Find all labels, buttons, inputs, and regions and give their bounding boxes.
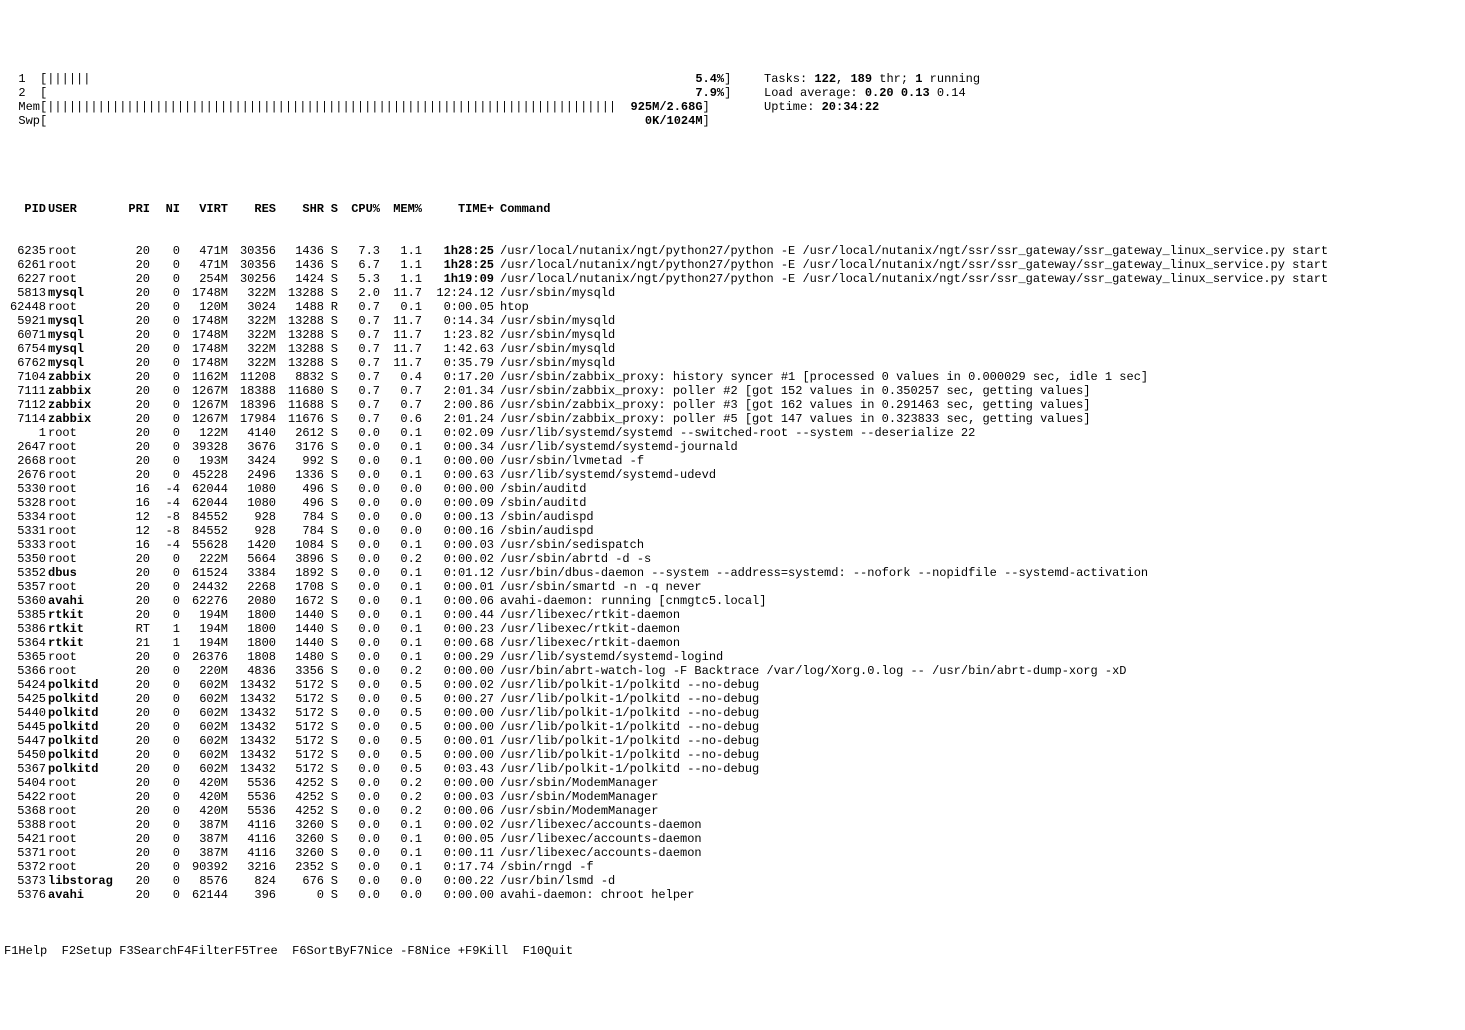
fkey-label: Tree — [249, 944, 292, 958]
table-row[interactable]: 6762mysql2001748M322M13288S0.711.70:35.7… — [4, 356, 1461, 370]
table-row[interactable]: 5813mysql2001748M322M13288S2.011.712:24.… — [4, 286, 1461, 300]
table-row[interactable]: 5371root200387M41163260S0.00.10:00.11/us… — [4, 846, 1461, 860]
table-row[interactable]: 1root200122M41402612S0.00.10:02.09/usr/l… — [4, 426, 1461, 440]
table-row[interactable]: 5376avahi200621443960S0.00.00:00.00avahi… — [4, 888, 1461, 902]
table-row[interactable]: 6071mysql2001748M322M13288S0.711.71:23.8… — [4, 328, 1461, 342]
table-row[interactable]: 5365root2002637618081480S0.00.10:00.29/u… — [4, 650, 1461, 664]
fkey-label: Kill — [479, 944, 522, 958]
table-row[interactable]: 6754mysql2001748M322M13288S0.711.71:42.6… — [4, 342, 1461, 356]
table-row[interactable]: 5372root2009039232162352S0.00.10:17.74/s… — [4, 860, 1461, 874]
table-row[interactable]: 5334root12-884552928784S0.00.00:00.13/sb… — [4, 510, 1461, 524]
col-cpu[interactable]: CPU% — [338, 202, 380, 216]
table-row[interactable]: 5447polkitd200602M134325172S0.00.50:00.0… — [4, 734, 1461, 748]
table-row[interactable]: 5425polkitd200602M134325172S0.00.50:00.2… — [4, 692, 1461, 706]
load-line: Load average: 0.20 0.13 0.14 — [764, 86, 966, 100]
table-row[interactable]: 5373libstorag2008576824676S0.00.00:00.22… — [4, 874, 1461, 888]
table-row[interactable]: 5357root2002443222681708S0.00.10:00.01/u… — [4, 580, 1461, 594]
fkey-f6[interactable]: F6 — [292, 944, 306, 958]
fkey-f2[interactable]: F2 — [62, 944, 76, 958]
meters-panel: 1 [|||||| 5.4%] 2 [ 7.9% — [4, 58, 764, 142]
table-row[interactable]: 5331root12-884552928784S0.00.00:00.16/sb… — [4, 524, 1461, 538]
col-pri[interactable]: PRI — [120, 202, 150, 216]
table-row[interactable]: 5330root16-4620441080496S0.00.00:00.00/s… — [4, 482, 1461, 496]
table-row[interactable]: 5421root200387M41163260S0.00.10:00.05/us… — [4, 832, 1461, 846]
table-row[interactable]: 5388root200387M41163260S0.00.10:00.02/us… — [4, 818, 1461, 832]
table-row[interactable]: 5422root200420M55364252S0.00.20:00.03/us… — [4, 790, 1461, 804]
table-row[interactable]: 7114zabbix2001267M1798411676S0.70.62:01.… — [4, 412, 1461, 426]
tasks-line: Tasks: 122, 189 thr; 1 running — [764, 72, 980, 86]
fkey-f7[interactable]: F7 — [350, 944, 364, 958]
table-row[interactable]: 5386rtkitRT1194M18001440S0.00.10:00.23/u… — [4, 622, 1461, 636]
table-row[interactable]: 2647root2003932836763176S0.00.10:00.34/u… — [4, 440, 1461, 454]
process-table: PID USER PRI NI VIRT RES SHR S CPU% MEM%… — [4, 174, 1461, 916]
col-cmd[interactable]: Command — [494, 202, 1461, 216]
fkey-f8[interactable]: F8 — [407, 944, 421, 958]
table-row[interactable]: 5404root200420M55364252S0.00.20:00.00/us… — [4, 776, 1461, 790]
table-row[interactable]: 5364rtkit211194M18001440S0.00.10:00.68/u… — [4, 636, 1461, 650]
table-row[interactable]: 5450polkitd200602M134325172S0.00.50:00.0… — [4, 748, 1461, 762]
cpu1-meter: 1 [|||||| 5.4%] — [4, 72, 731, 86]
table-row[interactable]: 6261root200471M303561436S6.71.11h28:25/u… — [4, 258, 1461, 272]
table-row[interactable]: 5350root200222M56643896S0.00.20:00.02/us… — [4, 552, 1461, 566]
table-row[interactable]: 7111zabbix2001267M1838811680S0.70.72:01.… — [4, 384, 1461, 398]
col-shr[interactable]: SHR — [276, 202, 324, 216]
table-row[interactable]: 5440polkitd200602M134325172S0.00.50:00.0… — [4, 706, 1461, 720]
table-row[interactable]: 2676root2004522824961336S0.00.10:00.63/u… — [4, 468, 1461, 482]
function-key-bar: F1Help F2Setup F3SearchF4FilterF5Tree F6… — [4, 944, 1461, 958]
fkey-label: Nice + — [422, 944, 465, 958]
fkey-label: Filter — [191, 944, 234, 958]
table-row[interactable]: 5368root200420M55364252S0.00.20:00.06/us… — [4, 804, 1461, 818]
table-row[interactable]: 62448root200120M30241488R0.70.10:00.05ht… — [4, 300, 1461, 314]
fkey-label: Quit — [544, 944, 587, 958]
table-row[interactable]: 5445polkitd200602M134325172S0.00.50:00.0… — [4, 720, 1461, 734]
fkey-label: Setup — [76, 944, 119, 958]
table-row[interactable]: 5328root16-4620441080496S0.00.00:00.09/s… — [4, 496, 1461, 510]
fkey-f1[interactable]: F1 — [4, 944, 18, 958]
table-row[interactable]: 7104zabbix2001162M112088832S0.70.40:17.2… — [4, 370, 1461, 384]
uptime-line: Uptime: 20:34:22 — [764, 100, 879, 114]
table-row[interactable]: 5366root200220M48363356S0.00.20:00.00/us… — [4, 664, 1461, 678]
table-row[interactable]: 5352dbus2006152433841892S0.00.10:01.12/u… — [4, 566, 1461, 580]
fkey-f10[interactable]: F10 — [523, 944, 545, 958]
table-row[interactable]: 2668root200193M3424992S0.00.10:00.00/usr… — [4, 454, 1461, 468]
table-row[interactable]: 5385rtkit200194M18001440S0.00.10:00.44/u… — [4, 608, 1461, 622]
table-header[interactable]: PID USER PRI NI VIRT RES SHR S CPU% MEM%… — [4, 202, 1461, 216]
swp-meter: Swp[ 0K/1024M] — [4, 114, 710, 128]
fkey-f5[interactable]: F5 — [235, 944, 249, 958]
fkey-label: Help — [18, 944, 61, 958]
stats-panel: Tasks: 122, 189 thr; 1 running Load aver… — [764, 58, 1461, 142]
table-row[interactable]: 5333root16-45562814201084S0.00.10:00.03/… — [4, 538, 1461, 552]
col-mem[interactable]: MEM% — [380, 202, 422, 216]
col-res[interactable]: RES — [228, 202, 276, 216]
fkey-f3[interactable]: F3 — [119, 944, 133, 958]
mem-meter: Mem[||||||||||||||||||||||||||||||||||||… — [4, 100, 710, 114]
col-s[interactable]: S — [324, 202, 338, 216]
table-row[interactable]: 6227root200254M302561424S5.31.11h19:09/u… — [4, 272, 1461, 286]
fkey-label: Nice - — [364, 944, 407, 958]
cpu2-meter: 2 [ 7.9%] — [4, 86, 731, 100]
table-row[interactable]: 5424polkitd200602M134325172S0.00.50:00.0… — [4, 678, 1461, 692]
col-time[interactable]: TIME+ — [422, 202, 494, 216]
table-row[interactable]: 7112zabbix2001267M1839611688S0.70.72:00.… — [4, 398, 1461, 412]
table-row[interactable]: 5360avahi2006227620801672S0.00.10:00.06a… — [4, 594, 1461, 608]
fkey-label: SortBy — [307, 944, 350, 958]
col-ni[interactable]: NI — [150, 202, 180, 216]
table-row[interactable]: 5921mysql2001748M322M13288S0.711.70:14.3… — [4, 314, 1461, 328]
fkey-f9[interactable]: F9 — [465, 944, 479, 958]
fkey-f4[interactable]: F4 — [177, 944, 191, 958]
table-row[interactable]: 5367polkitd200602M134325172S0.00.50:03.4… — [4, 762, 1461, 776]
col-virt[interactable]: VIRT — [180, 202, 228, 216]
table-row[interactable]: 6235root200471M303561436S7.31.11h28:25/u… — [4, 244, 1461, 258]
col-pid[interactable]: PID — [4, 202, 46, 216]
col-user[interactable]: USER — [46, 202, 120, 216]
htop-header: 1 [|||||| 5.4%] 2 [ 7.9% — [4, 58, 1461, 142]
fkey-label: Search — [134, 944, 177, 958]
